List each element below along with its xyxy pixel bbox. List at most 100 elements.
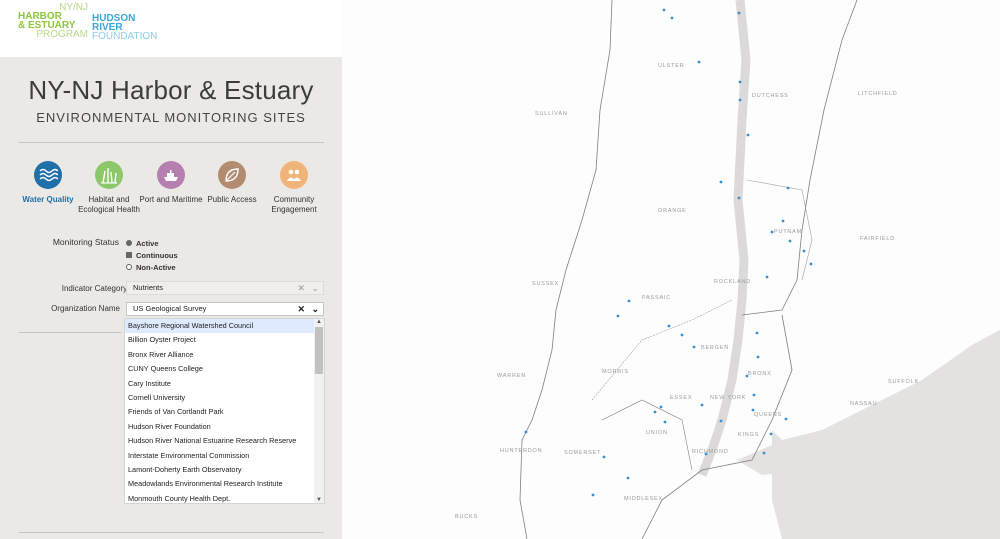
site-marker[interactable] <box>769 432 773 436</box>
site-marker[interactable] <box>663 420 667 424</box>
monitoring-status-label: Monitoring Status <box>52 237 119 247</box>
site-marker[interactable] <box>745 374 749 378</box>
site-marker[interactable] <box>659 405 663 409</box>
county-label: WARREN <box>497 373 526 379</box>
organization-option[interactable]: Friends of Van Cortlandt Park <box>125 405 324 419</box>
site-marker[interactable] <box>781 219 785 223</box>
site-marker[interactable] <box>524 430 528 434</box>
divider <box>18 532 324 533</box>
site-marker[interactable] <box>762 451 766 455</box>
organization-option[interactable]: Monmouth County Health Dept. <box>125 492 324 503</box>
site-marker[interactable] <box>770 230 774 234</box>
site-marker[interactable] <box>784 417 788 421</box>
site-marker[interactable] <box>627 299 631 303</box>
site-marker[interactable] <box>788 239 792 243</box>
county-label: PASSAIC <box>642 295 671 301</box>
site-marker[interactable] <box>700 403 704 407</box>
organization-name-select[interactable]: US Geological Survey ✕ ⌄ <box>126 302 324 316</box>
status-active[interactable]: Active <box>126 237 178 249</box>
organization-name-label: Organization Name <box>51 304 120 313</box>
scrollbar-thumb[interactable] <box>315 327 323 374</box>
site-marker[interactable] <box>602 455 606 459</box>
category-label: Port and Maritime <box>139 195 203 204</box>
category-community-engagement[interactable]: Community Engagement <box>259 161 329 215</box>
category-water-quality[interactable]: Water Quality <box>13 161 83 205</box>
site-marker[interactable] <box>756 355 760 359</box>
status-continuous[interactable]: Continuous <box>126 249 178 261</box>
organization-option[interactable]: Cornell University <box>125 391 324 405</box>
site-marker[interactable] <box>719 419 723 423</box>
site-marker[interactable] <box>746 133 750 137</box>
map-svg[interactable]: ULSTER SULLIVAN DUTCHESS LITCHFIELD ORANGE PU… <box>342 0 1000 539</box>
organization-option[interactable]: Cary Institute <box>125 377 324 391</box>
site-marker[interactable] <box>680 333 684 337</box>
scroll-up-icon[interactable]: ▲ <box>316 319 322 325</box>
site-marker[interactable] <box>670 16 674 20</box>
boundary-line <box>519 0 613 539</box>
county-label: SUFFOLK <box>888 379 919 385</box>
sidebar: NY/NJ HARBOR & ESTUARY PROGRAM HUDSON RI… <box>0 0 342 539</box>
chevron-down-icon[interactable]: ⌄ <box>311 303 319 315</box>
organization-option[interactable]: Bayshore Regional Watershed Council <box>125 319 324 334</box>
site-marker[interactable] <box>802 249 806 253</box>
site-marker[interactable] <box>738 98 742 102</box>
category-habitat[interactable]: Habitat and Ecological Health <box>74 161 144 215</box>
nynj-harbor-estuary-logo[interactable]: NY/NJ HARBOR & ESTUARY PROGRAM <box>18 3 88 40</box>
site-marker[interactable] <box>616 314 620 318</box>
site-marker[interactable] <box>751 408 755 412</box>
site-marker[interactable] <box>653 410 657 414</box>
site-marker[interactable] <box>738 80 742 84</box>
divider <box>18 142 324 143</box>
grass-icon <box>95 161 123 189</box>
organization-option[interactable]: Hudson River National Estuarine Research… <box>125 434 324 448</box>
site-marker[interactable] <box>697 60 701 64</box>
site-marker[interactable] <box>591 493 595 497</box>
category-label: Water Quality <box>22 195 74 204</box>
site-marker[interactable] <box>786 186 790 190</box>
category-port-maritime[interactable]: Port and Maritime <box>136 161 206 205</box>
hudson-river-foundation-logo[interactable]: HUDSON RIVER FOUNDATION <box>92 14 157 42</box>
site-marker[interactable] <box>752 393 756 397</box>
site-marker[interactable] <box>692 345 696 349</box>
organization-option[interactable]: Meadowlands Environmental Research Insti… <box>125 477 324 491</box>
county-label: KINGS <box>738 432 759 438</box>
selected-value: US Geological Survey <box>133 304 207 313</box>
site-marker[interactable] <box>662 8 666 12</box>
organization-option[interactable]: Bronx River Alliance <box>125 348 324 362</box>
site-marker[interactable] <box>704 452 708 456</box>
divider <box>18 332 122 333</box>
county-label: BERGEN <box>701 345 729 351</box>
county-label: PUTNAM <box>774 229 802 235</box>
scroll-down-icon[interactable]: ▼ <box>316 497 322 503</box>
waves-icon <box>34 161 62 189</box>
hudson-river <box>697 0 751 477</box>
organization-dropdown-menu[interactable]: Bayshore Regional Watershed Council Billi… <box>124 318 325 504</box>
site-marker[interactable] <box>667 324 671 328</box>
organization-option[interactable]: CUNY Queens College <box>125 362 324 376</box>
organization-option[interactable]: Billion Oyster Project <box>125 333 324 347</box>
clear-icon[interactable]: ✕ <box>297 303 305 315</box>
organization-option[interactable]: Interstate Environmental Commission <box>125 449 324 463</box>
organization-option[interactable]: Lamont-Doherty Earth Observatory <box>125 463 324 477</box>
county-label: DUTCHESS <box>752 93 789 99</box>
category-public-access[interactable]: Public Access <box>197 161 267 205</box>
site-marker[interactable] <box>719 180 723 184</box>
scrollbar[interactable]: ▲ ▼ <box>314 319 324 503</box>
indicator-category-select[interactable]: Nutrients ✕ ⌄ <box>126 281 324 295</box>
site-marker[interactable] <box>765 275 769 279</box>
page-title: NY-NJ Harbor & Estuary <box>28 75 314 105</box>
square-marker-icon <box>126 252 132 258</box>
organization-option[interactable]: Hudson River Foundation <box>125 420 324 434</box>
logo-bar: NY/NJ HARBOR & ESTUARY PROGRAM HUDSON RI… <box>0 0 342 57</box>
clear-icon[interactable]: ✕ <box>297 282 305 294</box>
status-non-active[interactable]: Non-Active <box>126 261 178 273</box>
app-root: NY/NJ HARBOR & ESTUARY PROGRAM HUDSON RI… <box>0 0 1000 539</box>
site-marker[interactable] <box>755 331 759 335</box>
county-label: LITCHFIELD <box>858 91 897 97</box>
chevron-down-icon[interactable]: ⌄ <box>311 282 319 294</box>
site-marker[interactable] <box>737 11 741 15</box>
site-marker[interactable] <box>737 196 741 200</box>
site-marker[interactable] <box>809 262 813 266</box>
site-marker[interactable] <box>626 476 630 480</box>
map-canvas[interactable]: ULSTER SULLIVAN DUTCHESS LITCHFIELD ORANGE PU… <box>342 0 1000 539</box>
